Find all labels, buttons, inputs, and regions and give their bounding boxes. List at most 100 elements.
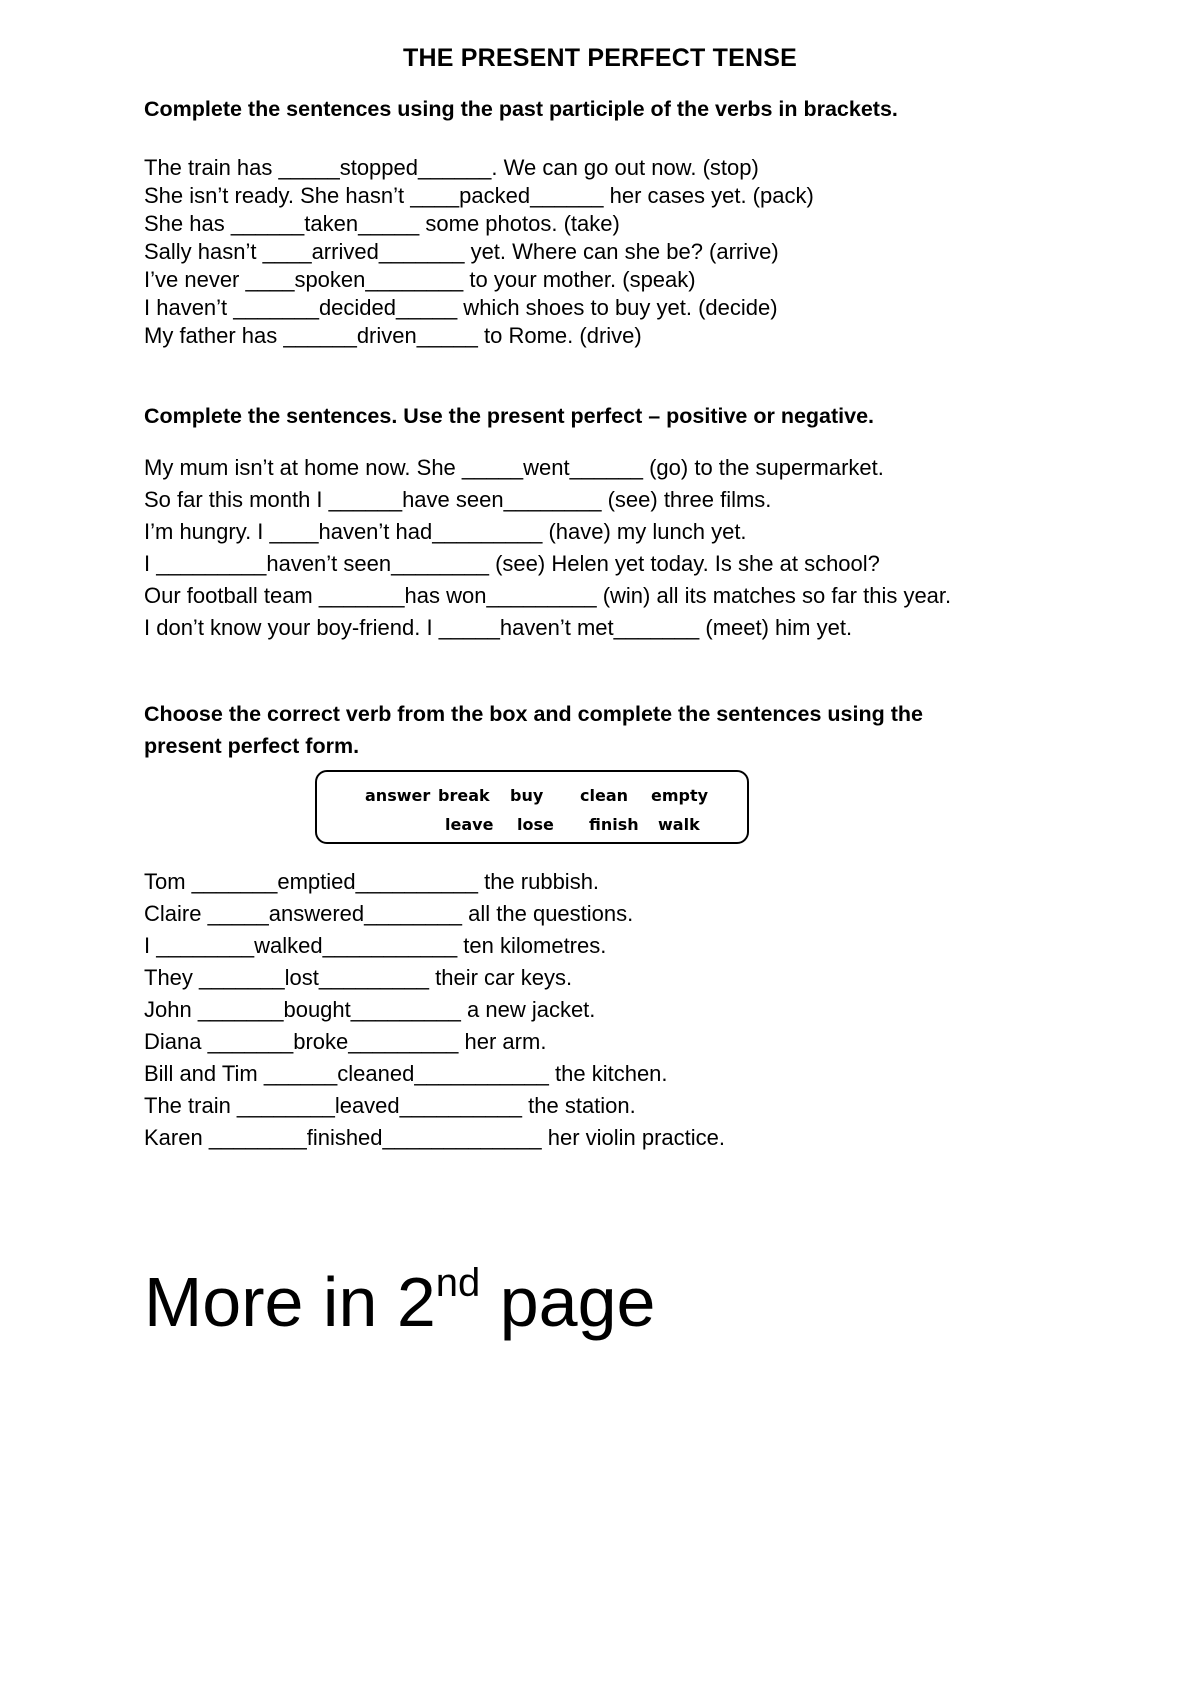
answer-blank[interactable]: broke [293, 1029, 348, 1054]
section2-instruction: Complete the sentences. Use the present … [144, 404, 875, 428]
answer-blank[interactable]: has won [405, 583, 487, 608]
answer-blank[interactable]: haven’t met [500, 615, 614, 640]
answer-blank[interactable]: arrived [312, 239, 379, 264]
sentence-line: Karen ________finished_____________ her … [144, 1122, 725, 1154]
sentence-prefix: Bill and Tim ______ [144, 1061, 338, 1086]
answer-blank[interactable]: decided [319, 295, 396, 320]
sentence-prefix: The train has _____ [144, 155, 340, 180]
sentence-line: Diana _______broke_________ her arm. [144, 1026, 725, 1058]
sentence-line: Claire _____answered________ all the que… [144, 898, 725, 930]
sentence-suffix: _____ to Rome. (drive) [416, 323, 642, 348]
sentence-line: Our football team _______has won________… [144, 580, 951, 612]
sentence-line: So far this month I ______have seen_____… [144, 484, 951, 516]
answer-blank[interactable]: taken [304, 211, 358, 236]
sentence-suffix: ___________ ten kilometres. [322, 933, 607, 958]
answer-blank[interactable]: finished [307, 1125, 383, 1150]
word-box-item: answer [365, 786, 431, 805]
sentence-line: I’m hungry. I ____haven’t had_________ (… [144, 516, 951, 548]
worksheet-page: THE PRESENT PERFECT TENSE Complete the s… [0, 0, 1200, 1698]
sentence-suffix: ______. We can go out now. (stop) [418, 155, 759, 180]
answer-blank[interactable]: went [523, 455, 569, 480]
page-title: THE PRESENT PERFECT TENSE [403, 44, 797, 72]
answer-blank[interactable]: stopped [340, 155, 418, 180]
sentence-prefix: John _______ [144, 997, 284, 1022]
section2-sentences: My mum isn’t at home now. She _____went_… [144, 452, 951, 644]
word-box-item: buy [510, 786, 544, 805]
sentence-suffix: _______ (meet) him yet. [613, 615, 853, 640]
sentence-prefix: I’m hungry. I ____ [144, 519, 319, 544]
sentence-prefix: The train ________ [144, 1093, 335, 1118]
sentence-line: The train ________leaved__________ the s… [144, 1090, 725, 1122]
sentence-suffix: _________ a new jacket. [350, 997, 596, 1022]
sentence-prefix: Sally hasn’t ____ [144, 239, 312, 264]
section3-instruction-line1: Choose the correct verb from the box and… [144, 702, 923, 726]
sentence-prefix: I haven’t _______ [144, 295, 319, 320]
word-box-item: break [438, 786, 490, 805]
answer-blank[interactable]: emptied [277, 869, 355, 894]
sentence-line: She isn’t ready. She hasn’t ____packed__… [144, 182, 814, 210]
sentence-line: My mum isn’t at home now. She _____went_… [144, 452, 951, 484]
sentence-line: Sally hasn’t ____arrived_______ yet. Whe… [144, 238, 814, 266]
word-box-item: clean [580, 786, 629, 805]
answer-blank[interactable]: bought [283, 997, 350, 1022]
answer-blank[interactable]: lost [285, 965, 319, 990]
sentence-suffix: ________ all the questions. [364, 901, 634, 926]
sentence-line: Bill and Tim ______cleaned___________ th… [144, 1058, 725, 1090]
word-box-item: empty [651, 786, 709, 805]
more-text-end: page [480, 1263, 656, 1341]
sentence-suffix: ________ to your mother. (speak) [365, 267, 696, 292]
sentence-prefix: So far this month I ______ [144, 487, 403, 512]
more-text: More in 2 [144, 1263, 436, 1341]
sentence-suffix: _________ their car keys. [318, 965, 573, 990]
sentence-suffix: _____ which shoes to buy yet. (decide) [396, 295, 778, 320]
answer-blank[interactable]: answered [269, 901, 364, 926]
sentence-prefix: I _________ [144, 551, 267, 576]
answer-blank[interactable]: walked [254, 933, 322, 958]
sentence-suffix: _______ yet. Where can she be? (arrive) [378, 239, 779, 264]
sentence-prefix: Claire _____ [144, 901, 269, 926]
more-on-next-page-note: More in 2nd page [144, 1261, 656, 1353]
answer-blank[interactable]: cleaned [337, 1061, 414, 1086]
sentence-suffix: _____ some photos. (take) [358, 211, 620, 236]
answer-blank[interactable]: haven’t had [318, 519, 432, 544]
section3-instruction: Choose the correct verb from the box and… [144, 698, 923, 762]
sentence-line: John _______bought_________ a new jacket… [144, 994, 725, 1026]
verb-word-box: answer break buy clean empty leave lose … [315, 770, 749, 844]
sentence-suffix: ______ (go) to the supermarket. [569, 455, 884, 480]
section3-sentences: Tom _______emptied__________ the rubbish… [144, 866, 725, 1154]
sentence-line: Tom _______emptied__________ the rubbish… [144, 866, 725, 898]
sentence-suffix: ___________ the kitchen. [414, 1061, 668, 1086]
sentence-prefix: Our football team _______ [144, 583, 405, 608]
answer-blank[interactable]: leaved [335, 1093, 400, 1118]
sentence-prefix: Tom _______ [144, 869, 278, 894]
section3-instruction-line2: present perfect form. [144, 734, 360, 758]
sentence-prefix: My father has ______ [144, 323, 357, 348]
section1-instruction: Complete the sentences using the past pa… [144, 97, 898, 121]
word-box-item: finish [589, 815, 639, 834]
sentence-prefix: They _______ [144, 965, 285, 990]
section1-sentences: The train has _____stopped______. We can… [144, 154, 814, 350]
answer-blank[interactable]: packed [459, 183, 530, 208]
sentence-line: The train has _____stopped______. We can… [144, 154, 814, 182]
sentence-prefix: My mum isn’t at home now. She _____ [144, 455, 524, 480]
answer-blank[interactable]: driven [357, 323, 417, 348]
sentence-prefix: Diana _______ [144, 1029, 294, 1054]
sentence-suffix: _____________ her violin practice. [382, 1125, 726, 1150]
sentence-suffix: _________ (win) all its matches so far t… [486, 583, 952, 608]
answer-blank[interactable]: have seen [402, 487, 504, 512]
sentence-prefix: I ________ [144, 933, 255, 958]
sentence-suffix: __________ the station. [399, 1093, 636, 1118]
sentence-line: I haven’t _______decided_____ which shoe… [144, 294, 814, 322]
answer-blank[interactable]: spoken [294, 267, 365, 292]
answer-blank[interactable]: haven’t seen [266, 551, 391, 576]
sentence-prefix: She isn’t ready. She hasn’t ____ [144, 183, 460, 208]
sentence-line: My father has ______driven_____ to Rome.… [144, 322, 814, 350]
sentence-prefix: She has ______ [144, 211, 305, 236]
sentence-line: I don’t know your boy-friend. I _____hav… [144, 612, 951, 644]
sentence-suffix: _________ (have) my lunch yet. [432, 519, 747, 544]
sentence-suffix: ________ (see) three films. [503, 487, 772, 512]
sentence-line: I _________haven’t seen________ (see) He… [144, 548, 951, 580]
sentence-line: They _______lost_________ their car keys… [144, 962, 725, 994]
sentence-suffix: ______ her cases yet. (pack) [530, 183, 814, 208]
word-box-item: leave [445, 815, 494, 834]
